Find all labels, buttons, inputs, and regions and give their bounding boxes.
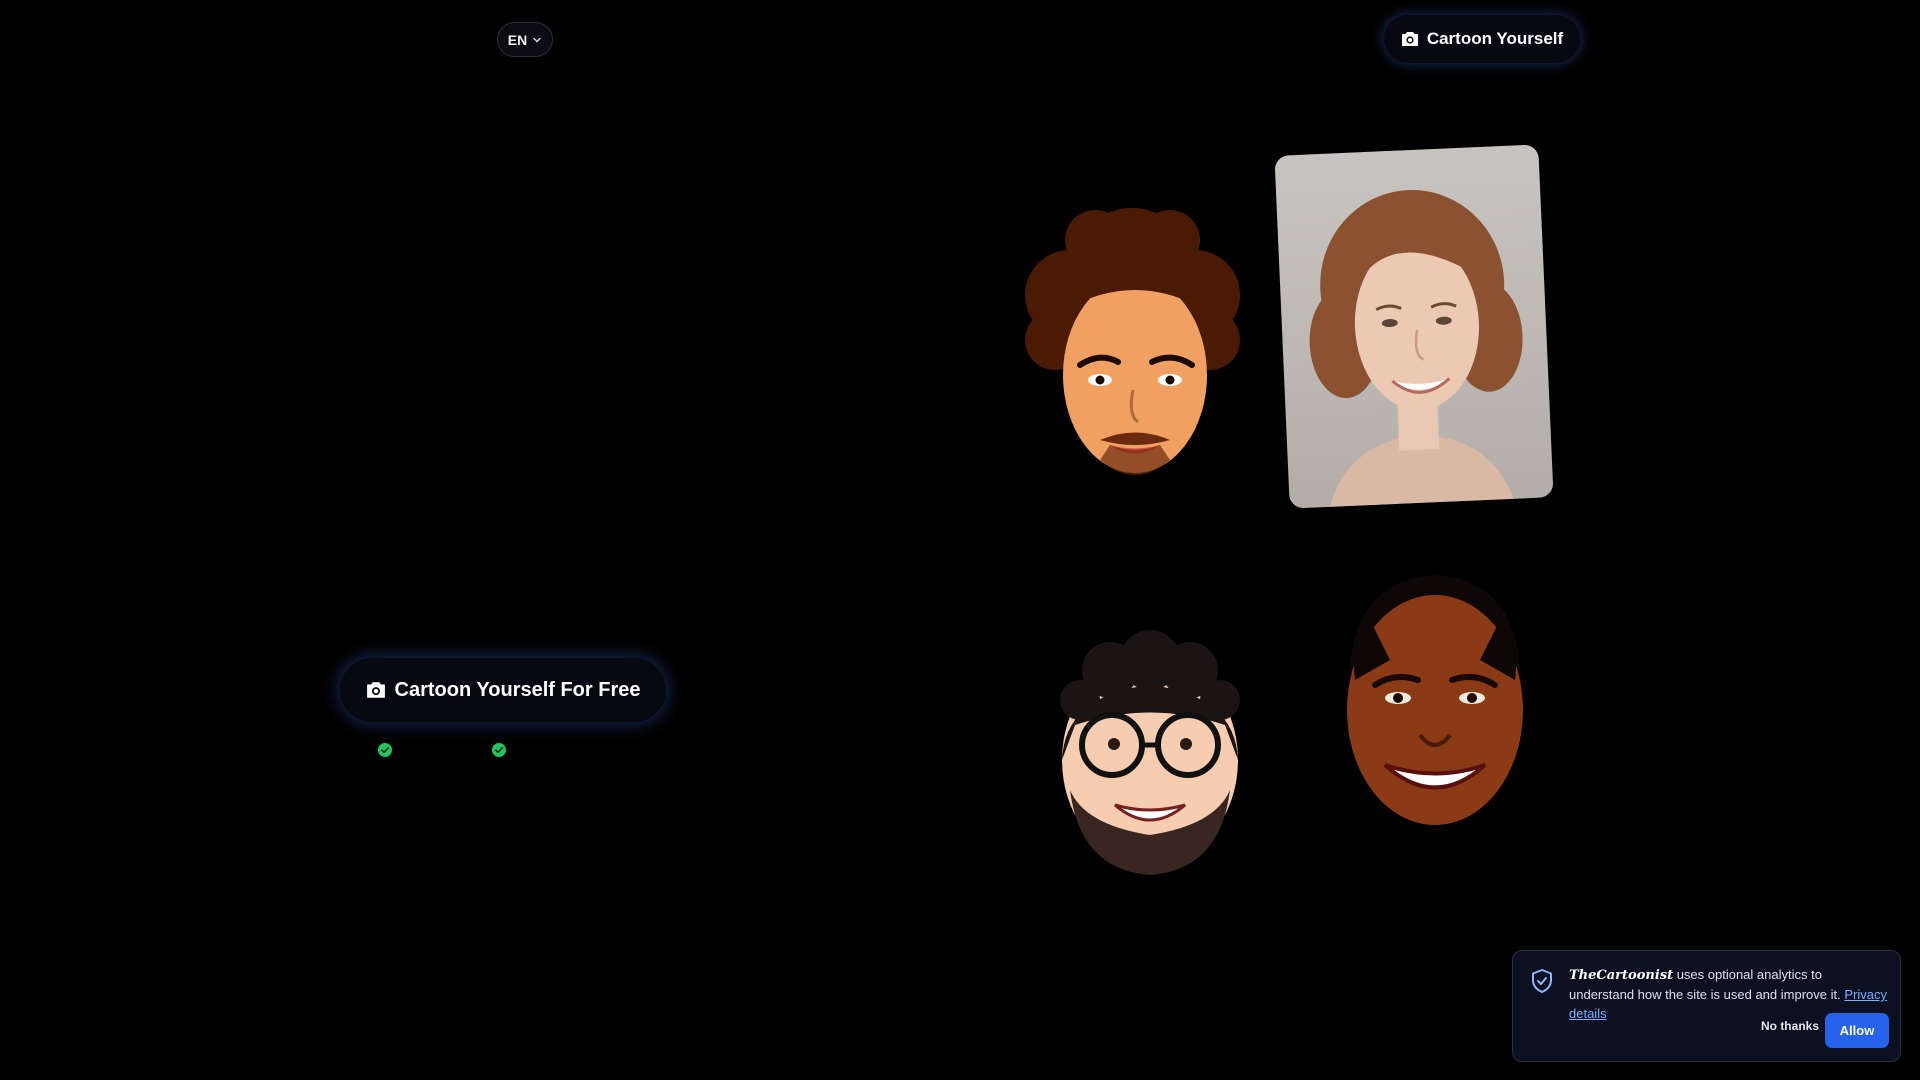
hero-cartoon-button[interactable]: Cartoon Yourself For Free: [340, 658, 666, 722]
check-circle-icon: [378, 743, 392, 757]
camera-icon: [1401, 32, 1418, 46]
header-cta-label: Cartoon Yourself: [1426, 29, 1564, 48]
hero-cta-label: Cartoon Yourself For Free: [394, 678, 641, 701]
cookie-consent-banner: TheCartoonist uses optional analytics to…: [1512, 950, 1901, 1062]
check-circle-icon: [492, 743, 506, 757]
shield-check-icon: [1532, 969, 1552, 993]
cartoon-avatar-smiling-man: [1347, 575, 1523, 825]
camera-icon: [366, 682, 385, 698]
header-cartoon-button[interactable]: Cartoon Yourself: [1384, 15, 1580, 63]
cartoon-avatar-glasses-man: [1060, 630, 1240, 875]
language-selector[interactable]: EN: [497, 22, 553, 57]
brand-name: TheCartoonist: [1569, 968, 1674, 983]
language-label: EN: [507, 31, 528, 48]
cartoon-avatar-curly-man: [1025, 208, 1240, 475]
allow-button[interactable]: Allow: [1825, 1013, 1889, 1048]
sample-photo-card: [1274, 144, 1554, 509]
woman-portrait-image: [1309, 190, 1523, 507]
chevron-down-icon: [533, 37, 541, 42]
